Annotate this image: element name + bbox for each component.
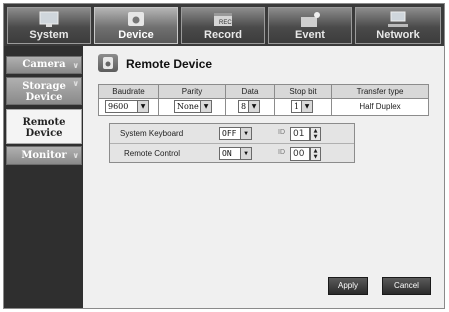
side-item-camera[interactable]: Camera ∨	[6, 56, 82, 74]
serial-table-header: Baudrate Parity Data Stop bit Transfer t…	[99, 85, 428, 99]
transfer-type-value: Half Duplex	[359, 102, 401, 111]
header-transfer-type: Transfer type	[356, 87, 404, 96]
id-label: ID	[278, 149, 285, 156]
dropdown-arrow-icon[interactable]: ▼	[240, 128, 251, 139]
dropdown-arrow-icon[interactable]: ▼	[240, 148, 251, 159]
remote-device-table: System Keyboard OFF ▼ ID 01 ▲ ▼ Remote C…	[109, 123, 355, 163]
side-item-remote-device[interactable]: Remote Device	[6, 109, 82, 144]
remote-control-label: Remote Control	[124, 149, 181, 158]
network-icon	[388, 11, 408, 27]
remote-device-icon	[98, 54, 118, 72]
side-menu: Camera ∨ Storage Device ∨ Remote Device …	[4, 46, 83, 308]
stop-bit-select[interactable]: 1 ▼	[291, 100, 313, 113]
tab-network[interactable]: Network	[355, 7, 441, 44]
tab-device[interactable]: Device	[94, 7, 178, 44]
dvr-settings-window: System Device REC Record Event Network C…	[3, 3, 445, 309]
id-label: ID	[278, 129, 285, 136]
id-stepper[interactable]: ▲ ▼	[310, 127, 321, 141]
header-data: Data	[241, 87, 259, 96]
cancel-button[interactable]: Cancel	[382, 277, 431, 295]
system-keyboard-id-input[interactable]: 01	[290, 127, 310, 141]
divider	[158, 85, 159, 115]
chevron-down-icon: ∨	[72, 60, 80, 70]
header-stop-bit: Stop bit	[289, 87, 317, 96]
table-row: System Keyboard OFF ▼ ID 01 ▲ ▼	[110, 124, 354, 143]
record-icon: REC	[214, 13, 232, 26]
baudrate-select[interactable]: 9600 ▼	[105, 100, 149, 113]
header-parity: Parity	[181, 87, 203, 96]
event-icon	[301, 12, 320, 27]
tab-event[interactable]: Event	[268, 7, 352, 44]
chevron-down-icon: ∨	[72, 78, 80, 88]
stepper-down-icon[interactable]: ▼	[311, 154, 320, 160]
monitor-icon	[39, 11, 59, 27]
dropdown-arrow-icon[interactable]: ▼	[200, 101, 211, 112]
divider	[225, 85, 226, 115]
tab-system[interactable]: System	[7, 7, 91, 44]
system-keyboard-select[interactable]: OFF ▼	[219, 127, 252, 140]
top-tab-bar: System Device REC Record Event Network	[4, 4, 444, 46]
remote-control-id-input[interactable]: 00	[290, 147, 310, 161]
svg-text:REC: REC	[219, 20, 232, 26]
apply-button[interactable]: Apply	[328, 277, 368, 295]
system-keyboard-label: System Keyboard	[120, 129, 184, 138]
stepper-down-icon[interactable]: ▼	[311, 134, 320, 140]
header-baudrate: Baudrate	[112, 87, 145, 96]
side-item-storage-device[interactable]: Storage Device ∨	[6, 77, 82, 105]
side-item-monitor[interactable]: Monitor ∨	[6, 146, 82, 165]
divider	[274, 85, 275, 115]
id-stepper[interactable]: ▲ ▼	[310, 147, 321, 161]
camera-icon	[128, 12, 144, 26]
parity-select[interactable]: None ▼	[174, 100, 212, 113]
tab-record[interactable]: REC Record	[181, 7, 265, 44]
remote-control-select[interactable]: ON ▼	[219, 147, 252, 160]
chevron-down-icon: ∨	[72, 150, 80, 160]
serial-settings-table: Baudrate Parity Data Stop bit Transfer t…	[98, 84, 429, 116]
main-panel: Remote Device Baudrate Parity Data Stop …	[83, 46, 444, 308]
dropdown-arrow-icon[interactable]: ▼	[248, 101, 259, 112]
table-row: Remote Control ON ▼ ID 00 ▲ ▼	[110, 143, 354, 163]
page-title: Remote Device	[126, 57, 213, 71]
data-bits-select[interactable]: 8 ▼	[238, 100, 260, 113]
dropdown-arrow-icon[interactable]: ▼	[301, 101, 312, 112]
dropdown-arrow-icon[interactable]: ▼	[137, 101, 148, 112]
